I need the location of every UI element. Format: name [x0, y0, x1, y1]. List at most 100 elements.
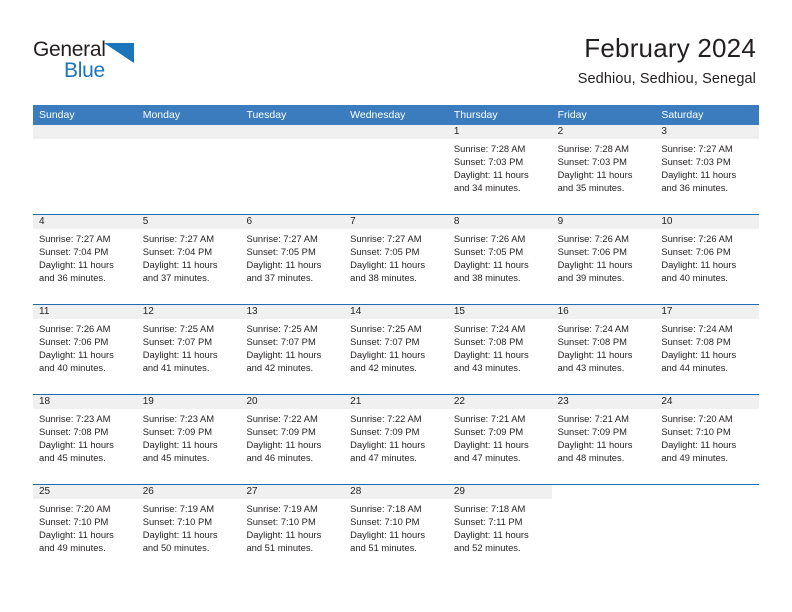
day-detail-line: Sunset: 7:10 PM — [661, 425, 731, 437]
day-number[interactable]: 12 — [136, 305, 241, 319]
day-cell[interactable]: Sunrise: 7:19 AM Sunset: 7:10 PM Daylight:… — [137, 499, 241, 574]
day-number-empty — [136, 125, 241, 139]
day-cell[interactable]: Sunrise: 7:27 AM Sunset: 7:04 PM Daylight:… — [33, 229, 137, 304]
day-number[interactable]: 6 — [240, 215, 345, 229]
day-cell[interactable]: Sunrise: 7:25 AM Sunset: 7:07 PM Daylight:… — [344, 319, 448, 394]
calendar-weeks: 1 2 3 Sunrise: 7:28 AM Sunset: 7:03 PM Daylig… — [33, 125, 760, 574]
day-number[interactable]: 17 — [655, 305, 760, 319]
day-cell[interactable]: Sunrise: 7:24 AM Sunset: 7:08 PM Daylight:… — [552, 319, 656, 394]
day-detail-line: and 43 minutes. — [453, 361, 521, 373]
day-cell[interactable]: Sunrise: 7:21 AM Sunset: 7:09 PM Daylight:… — [552, 409, 656, 484]
day-number[interactable]: 28 — [344, 485, 448, 499]
day-cell-empty — [344, 139, 448, 214]
day-number[interactable]: 9 — [551, 215, 656, 229]
day-cell[interactable]: Sunrise: 7:22 AM Sunset: 7:09 PM Daylight:… — [240, 409, 344, 484]
day-detail-line: and 36 minutes. — [661, 181, 729, 193]
weekday-header-friday: Friday — [557, 109, 587, 121]
day-number[interactable]: 21 — [344, 395, 448, 409]
day-detail-line: and 34 minutes. — [453, 181, 521, 193]
day-cell-empty — [137, 139, 241, 214]
day-cell[interactable]: Sunrise: 7:24 AM Sunset: 7:08 PM Daylight:… — [448, 319, 552, 394]
day-detail-line: Sunset: 7:10 PM — [142, 515, 213, 527]
weekday-header-row: Sunday Monday Tuesday Wednesday Thursday Frid… — [33, 105, 759, 125]
day-detail-line: and 37 minutes. — [142, 271, 210, 283]
day-number-empty — [551, 485, 656, 499]
day-cell[interactable]: Sunrise: 7:25 AM Sunset: 7:07 PM Daylight:… — [137, 319, 241, 394]
day-cell[interactable]: Sunrise: 7:18 AM Sunset: 7:11 PM Daylight:… — [448, 499, 552, 574]
day-number[interactable]: 14 — [344, 305, 448, 319]
calendar-week-row: 1 2 3 Sunrise: 7:28 AM Sunset: 7:03 PM Daylig… — [33, 125, 760, 214]
day-cell[interactable]: Sunrise: 7:28 AM Sunset: 7:03 PM Daylight:… — [448, 139, 552, 214]
day-detail-line: and 42 minutes. — [350, 361, 417, 373]
day-number[interactable]: 22 — [447, 395, 552, 409]
logo-text-blue: Blue — [64, 59, 105, 82]
day-cell[interactable]: Sunrise: 7:24 AM Sunset: 7:08 PM Daylight:… — [655, 319, 759, 394]
day-cell[interactable]: Sunrise: 7:22 AM Sunset: 7:09 PM Daylight:… — [344, 409, 448, 484]
day-cell[interactable]: Sunrise: 7:25 AM Sunset: 7:07 PM Daylight:… — [240, 319, 344, 394]
day-detail-line: Daylight: 11 hours — [661, 168, 737, 180]
day-detail-line: Sunset: 7:10 PM — [246, 515, 316, 527]
day-number[interactable]: 15 — [447, 305, 552, 319]
week-daynumber-band: 123 — [33, 125, 760, 139]
day-cell[interactable]: Sunrise: 7:23 AM Sunset: 7:09 PM Daylight:… — [137, 409, 241, 484]
day-number[interactable]: 27 — [240, 485, 345, 499]
day-cell[interactable]: Sunrise: 7:20 AM Sunset: 7:10 PM Daylight:… — [655, 409, 759, 484]
day-detail-line: Daylight: 11 hours — [350, 348, 426, 360]
day-cell[interactable]: Sunrise: 7:28 AM Sunset: 7:03 PM Daylight:… — [552, 139, 656, 214]
day-cell[interactable]: Sunrise: 7:19 AM Sunset: 7:10 PM Daylight:… — [240, 499, 344, 574]
day-detail-line: Daylight: 11 hours — [142, 348, 218, 360]
day-detail-line: Sunset: 7:09 PM — [453, 425, 524, 437]
calendar-grid: Sunday Monday Tuesday Wednesday Thursday Frid… — [33, 105, 760, 574]
day-number[interactable]: 26 — [136, 485, 241, 499]
day-number[interactable]: 29 — [447, 485, 552, 499]
day-number[interactable]: 13 — [240, 305, 345, 319]
day-cell[interactable]: Sunrise: 7:20 AM Sunset: 7:10 PM Daylight:… — [33, 499, 137, 574]
day-number[interactable]: 2 — [551, 125, 656, 139]
day-cell[interactable]: Sunrise: 7:27 AM Sunset: 7:05 PM Daylight:… — [344, 229, 448, 304]
day-number[interactable]: 3 — [655, 125, 760, 139]
day-number-empty — [240, 125, 345, 139]
day-number[interactable]: 7 — [344, 215, 448, 229]
weekday-header-saturday: Saturday — [661, 109, 704, 121]
day-number[interactable]: 23 — [551, 395, 656, 409]
page-subtitle: Sedhiou, Sedhiou, Senegal — [577, 71, 756, 87]
day-cell-empty — [552, 499, 656, 574]
day-detail-line: Sunset: 7:10 PM — [39, 515, 109, 527]
weekday-header-wednesday: Wednesday — [350, 109, 406, 121]
day-detail-line: Daylight: 11 hours — [557, 168, 633, 180]
day-number[interactable]: 5 — [136, 215, 241, 229]
day-number[interactable]: 10 — [655, 215, 760, 229]
day-detail-line: Sunrise: 7:18 AM — [453, 503, 526, 514]
day-cell[interactable]: Sunrise: 7:21 AM Sunset: 7:09 PM Daylight:… — [448, 409, 552, 484]
day-cell[interactable]: Sunrise: 7:27 AM Sunset: 7:04 PM Daylight:… — [137, 229, 241, 304]
day-number[interactable]: 16 — [551, 305, 656, 319]
day-number[interactable]: 4 — [33, 215, 137, 229]
day-cell[interactable]: Sunrise: 7:26 AM Sunset: 7:06 PM Daylight:… — [33, 319, 137, 394]
day-detail-line: Daylight: 11 hours — [557, 258, 633, 270]
day-number[interactable]: 24 — [655, 395, 760, 409]
calendar-week-row: 11 12 13 14 15 16 17 Sunrise: 7:26 AM Sunset: 7:… — [33, 304, 760, 394]
calendar-page: General Blue February 2024 Sedhiou, Sedh… — [0, 0, 792, 612]
week-detail-band: Sunrise: 7:28 AM Sunset: 7:03 PM Daylight:… — [33, 139, 759, 214]
day-number[interactable]: 20 — [240, 395, 345, 409]
day-cell-empty — [240, 139, 344, 214]
calendar-week-row: 18 19 20 21 22 23 24 Sunrise: 7:23 AM Sunset: 7:… — [33, 394, 760, 484]
day-cell[interactable]: Sunrise: 7:26 AM Sunset: 7:05 PM Daylight:… — [448, 229, 552, 304]
day-number[interactable]: 25 — [33, 485, 137, 499]
day-detail-line: Daylight: 11 hours — [246, 348, 322, 360]
day-cell[interactable]: Sunrise: 7:27 AM Sunset: 7:05 PM Daylight:… — [240, 229, 344, 304]
day-number-empty — [33, 125, 137, 139]
day-number[interactable]: 1 — [447, 125, 552, 139]
day-cell[interactable]: Sunrise: 7:23 AM Sunset: 7:08 PM Daylight:… — [33, 409, 137, 484]
day-number[interactable]: 8 — [447, 215, 552, 229]
day-number[interactable]: 11 — [33, 305, 137, 319]
day-detail-line: Daylight: 11 hours — [39, 438, 114, 450]
day-cell[interactable]: Sunrise: 7:27 AM Sunset: 7:03 PM Daylight:… — [655, 139, 759, 214]
day-number[interactable]: 18 — [33, 395, 137, 409]
day-cell[interactable]: Sunrise: 7:18 AM Sunset: 7:10 PM Daylight:… — [344, 499, 448, 574]
day-number[interactable]: 19 — [136, 395, 241, 409]
day-detail-line: Daylight: 11 hours — [142, 258, 218, 270]
day-cell[interactable]: Sunrise: 7:26 AM Sunset: 7:06 PM Daylight:… — [552, 229, 656, 304]
day-detail-line: Daylight: 11 hours — [246, 528, 322, 540]
day-cell[interactable]: Sunrise: 7:26 AM Sunset: 7:06 PM Daylight:… — [655, 229, 759, 304]
